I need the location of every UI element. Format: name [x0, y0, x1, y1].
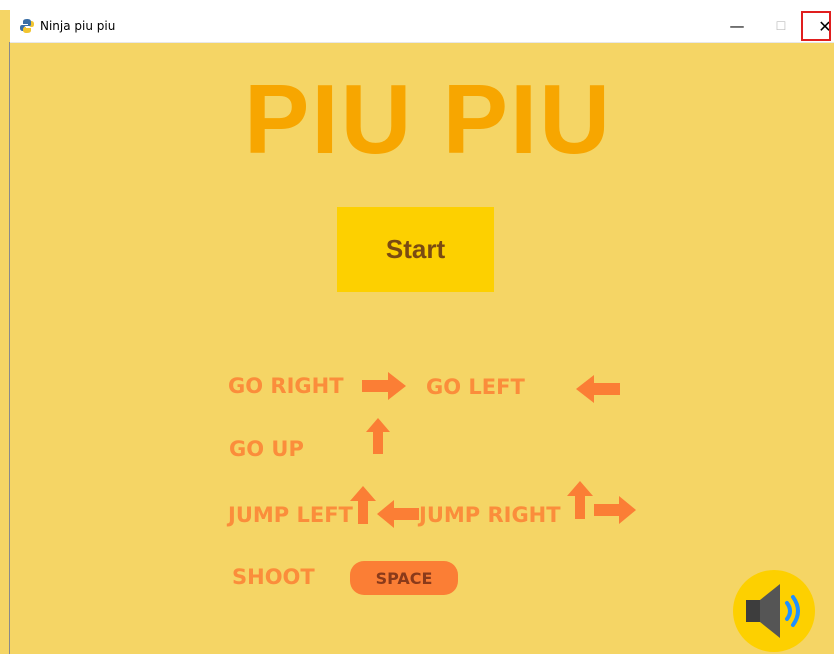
jump-left-label: JUMP LEFT [228, 503, 353, 527]
minimize-button[interactable]: — [715, 10, 759, 42]
window-titlebar[interactable]: Ninja piu piu — ☐ ✕ [10, 10, 834, 43]
python-app-icon [20, 19, 34, 33]
arrow-up-icon [567, 481, 593, 519]
game-title: PIU PIU [244, 64, 612, 174]
go-left-label: GO LEFT [426, 375, 525, 399]
maximize-button[interactable]: ☐ [759, 10, 803, 42]
speaker-icon[interactable] [733, 570, 815, 652]
go-up-label: GO UP [229, 437, 304, 461]
go-right-label: GO RIGHT [228, 374, 344, 398]
arrow-right-icon [594, 496, 636, 524]
shoot-label: SHOOT [232, 565, 315, 589]
arrow-right-icon [362, 372, 406, 400]
space-key: SPACE [350, 561, 458, 595]
jump-right-label: JUMP RIGHT [419, 503, 561, 527]
start-button[interactable]: Start [337, 207, 494, 292]
arrow-up-icon [366, 418, 390, 454]
arrow-up-icon [350, 486, 376, 524]
window-title: Ninja piu piu [40, 19, 116, 33]
top-strip [0, 0, 834, 10]
close-button-highlight [801, 11, 831, 41]
arrow-left-icon [576, 375, 620, 403]
arrow-left-icon [377, 500, 419, 528]
